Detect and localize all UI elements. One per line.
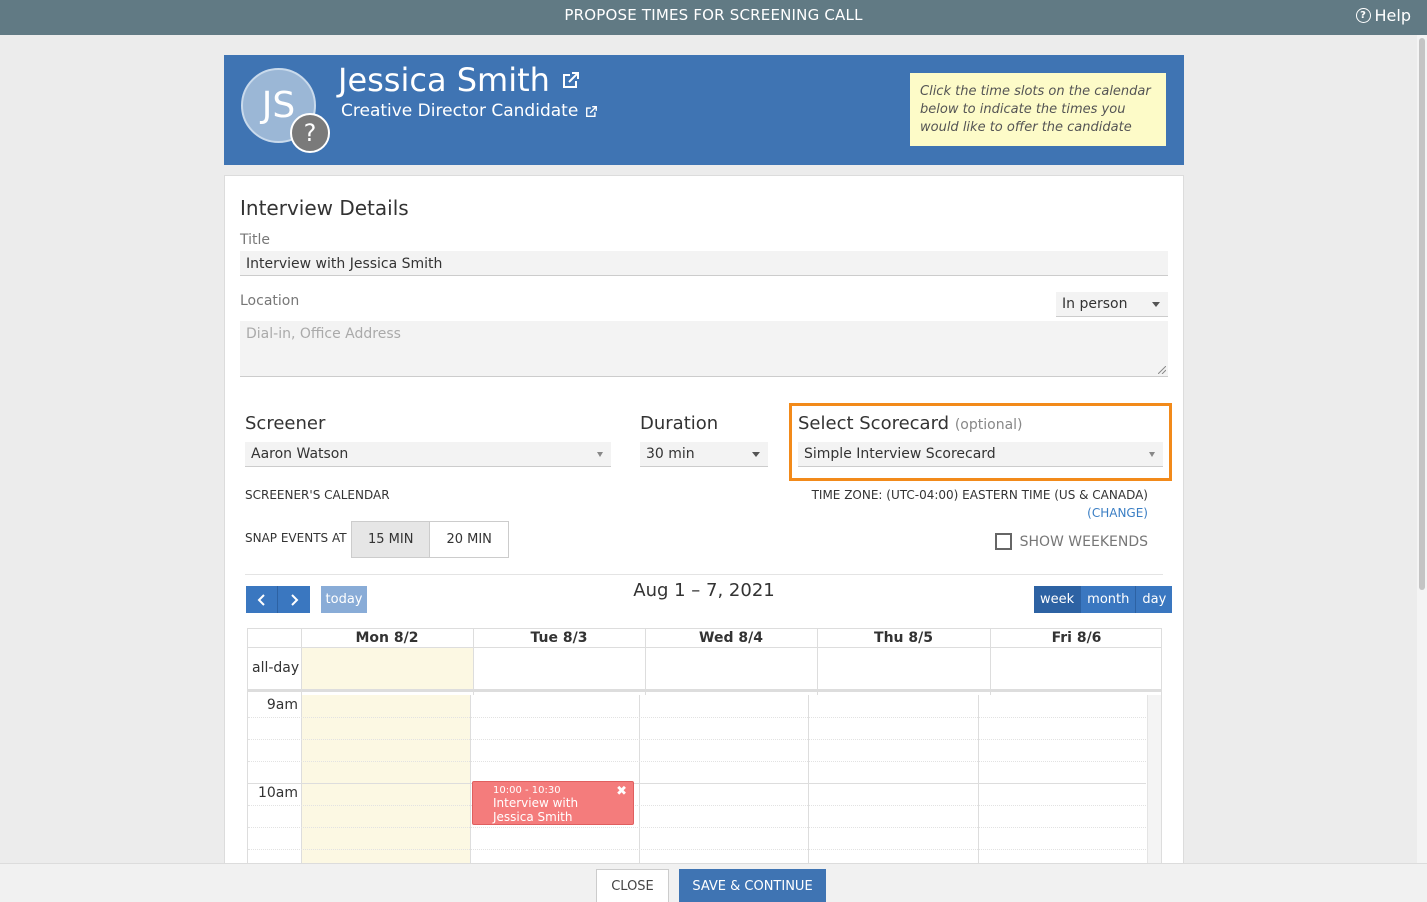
candidate-name-link[interactable]: Jessica Smith — [338, 61, 582, 99]
section-title: Interview Details — [240, 196, 409, 220]
grid-line — [473, 629, 474, 695]
chevron-down-icon — [752, 452, 760, 457]
today-column[interactable] — [301, 695, 470, 867]
slot-line — [248, 717, 1146, 718]
location-textarea[interactable]: Dial-in, Office Address — [240, 321, 1168, 377]
chevron-down-icon — [1152, 302, 1160, 307]
screener-calendar-label: SCREENER'S CALENDAR — [245, 488, 390, 502]
hour-label: 9am — [266, 697, 298, 713]
grid-line — [470, 695, 471, 867]
scorecard-optional-note: (optional) — [954, 417, 1023, 433]
allday-label: all-day — [252, 660, 300, 676]
timezone-text: TIME ZONE: (UTC-04:00) EASTERN TIME (US … — [811, 488, 1148, 502]
screener-label: Screener — [245, 413, 326, 434]
grid-line — [639, 695, 640, 867]
title-label: Title — [240, 232, 271, 248]
snap-button-group: 15 MIN 20 MIN — [351, 521, 509, 558]
scorecard-value: Simple Interview Scorecard — [804, 446, 996, 462]
external-link-icon — [586, 105, 598, 117]
slot-line — [248, 805, 1146, 806]
day-view-button[interactable]: day — [1135, 586, 1173, 613]
grid-line — [808, 695, 809, 867]
week-calendar: Mon 8/2 Tue 8/3 Wed 8/4 Thu 8/5 Fri 8/6 … — [247, 628, 1162, 868]
calendar-scrollbar[interactable] — [1147, 695, 1161, 867]
show-weekends-label: SHOW WEEKENDS — [1019, 533, 1148, 550]
scorecard-select[interactable]: Simple Interview Scorecard — [798, 442, 1163, 467]
show-weekends-checkbox[interactable] — [994, 533, 1012, 550]
grid-line — [645, 629, 646, 695]
grid-line — [990, 629, 991, 695]
location-label: Location — [240, 293, 300, 309]
question-circle-icon: ? — [1355, 8, 1371, 23]
day-header: Thu 8/5 — [817, 629, 990, 648]
month-view-button[interactable]: month — [1080, 586, 1136, 613]
grid-line — [978, 695, 979, 867]
snap-20-button[interactable]: 20 MIN — [430, 521, 509, 558]
scorecard-label: Select Scorecard (optional) — [798, 413, 1023, 434]
slot-line — [248, 739, 1146, 740]
chevron-down-icon — [1149, 452, 1155, 457]
event-time: 10:00 - 10:30 — [493, 785, 561, 796]
page-title: PROPOSE TIMES FOR SCREENING CALL — [564, 6, 863, 24]
timezone-change-link[interactable]: (CHANGE) — [1087, 506, 1148, 520]
slot-line — [248, 849, 1146, 850]
title-input[interactable]: Interview with Jessica Smith — [240, 251, 1168, 276]
location-placeholder: Dial-in, Office Address — [246, 326, 401, 342]
avatar-unknown-badge-icon: ? — [290, 113, 330, 153]
day-header: Fri 8/6 — [990, 629, 1161, 648]
grid-line — [301, 695, 302, 867]
grid-line — [301, 629, 302, 695]
show-weekends-toggle[interactable]: SHOW WEEKENDS — [994, 533, 1148, 550]
remove-event-icon[interactable]: ✖ — [616, 784, 627, 799]
day-header: Tue 8/3 — [473, 629, 645, 648]
title-bar: PROPOSE TIMES FOR SCREENING CALL ? Help — [0, 0, 1427, 35]
candidate-name: Jessica Smith — [338, 61, 550, 99]
save-continue-button[interactable]: SAVE & CONTINUE — [679, 869, 826, 902]
allday-row: all-day — [248, 648, 1161, 692]
avatar-initials: JS — [261, 85, 296, 126]
footer-bar: CLOSE SAVE & CONTINUE — [0, 863, 1427, 902]
chevron-down-icon — [597, 452, 603, 457]
candidate-role: Creative Director Candidate — [341, 101, 579, 121]
location-type-value: In person — [1062, 296, 1128, 312]
location-type-select[interactable]: In person — [1056, 292, 1168, 317]
corner-header — [248, 629, 301, 648]
hour-label: 10am — [257, 785, 298, 801]
event-title: Interview with Jessica Smith — [493, 796, 579, 824]
snap-15-button[interactable]: 15 MIN — [351, 521, 431, 558]
screener-select[interactable]: Aaron Watson — [245, 442, 611, 467]
help-link[interactable]: ? Help — [1355, 6, 1411, 25]
page-scrollbar-thumb[interactable] — [1419, 38, 1425, 590]
external-link-icon — [562, 72, 579, 88]
interview-details-panel: Interview Details Title Interview with J… — [224, 175, 1184, 875]
candidate-header: JS ? Jessica Smith Creative Director Can… — [224, 55, 1184, 165]
grid-line — [817, 629, 818, 695]
candidate-role-link[interactable]: Creative Director Candidate — [341, 101, 599, 121]
day-header: Wed 8/4 — [645, 629, 817, 648]
day-header: Mon 8/2 — [301, 629, 473, 648]
close-button[interactable]: CLOSE — [596, 869, 669, 902]
divider — [245, 574, 1163, 575]
slot-line — [248, 827, 1146, 828]
duration-label: Duration — [640, 413, 719, 434]
view-button-group: week month day — [1034, 586, 1173, 613]
help-label: Help — [1374, 6, 1411, 25]
resize-handle-icon[interactable] — [1158, 366, 1166, 374]
week-view-button[interactable]: week — [1034, 586, 1081, 613]
scorecard-label-text: Select Scorecard — [798, 413, 950, 434]
duration-value: 30 min — [646, 446, 695, 462]
snap-label: SNAP EVENTS AT — [245, 531, 347, 545]
screener-value: Aaron Watson — [251, 446, 349, 462]
slot-line — [248, 761, 1146, 762]
instruction-note: Click the time slots on the calendar bel… — [910, 73, 1166, 146]
proposed-event[interactable]: 10:00 - 10:30 Interview with Jessica Smi… — [472, 781, 634, 825]
duration-select[interactable]: 30 min — [640, 442, 768, 467]
hour-line — [248, 783, 1146, 784]
